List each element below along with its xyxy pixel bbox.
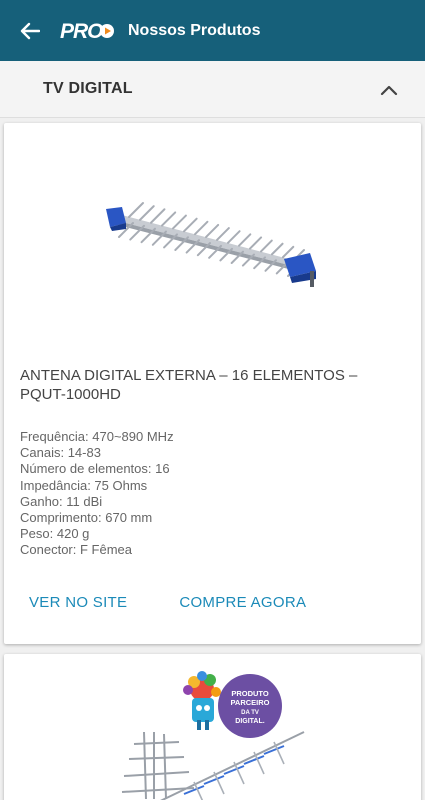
category-header[interactable]: TV DIGITAL	[0, 61, 425, 118]
product-name: ANTENA DIGITAL EXTERNA – 16 ELEMENTOS – …	[20, 367, 358, 403]
spec-elements: Número de elementos: 16	[20, 461, 170, 477]
app-bar: PRO Nossos Produtos	[0, 0, 425, 61]
pro-logo: PRO	[60, 16, 116, 46]
category-title: TV DIGITAL	[43, 80, 133, 97]
chevron-up-icon[interactable]	[379, 80, 399, 100]
page-title: Nossos Produtos	[128, 21, 261, 39]
svg-text:DA TV: DA TV	[241, 710, 259, 716]
spec-connector: Conector: F Fêmea	[20, 542, 132, 558]
svg-text:DIGITAL.: DIGITAL.	[235, 718, 264, 725]
mascot-icon	[183, 671, 221, 730]
buy-now-button[interactable]: COMPRE AGORA	[179, 594, 306, 611]
product-card: ANTENA DIGITAL EXTERNA – 16 ELEMENTOS – …	[4, 123, 421, 644]
back-button[interactable]	[0, 0, 60, 61]
logo-text: PRO	[60, 20, 103, 42]
arrow-left-icon	[20, 22, 40, 39]
card-actions: VER NO SITE COMPRE AGORA	[29, 594, 358, 611]
antenna-partner-image: PRODUTO PARCEIRO DA TV DIGITAL.	[121, 671, 305, 800]
spec-weight: Peso: 420 g	[20, 526, 90, 542]
svg-text:PARCEIRO: PARCEIRO	[230, 698, 269, 707]
spec-gain: Ganho: 11 dBi	[20, 493, 103, 509]
svg-text:PRODUTO: PRODUTO	[231, 689, 269, 698]
spec-length: Comprimento: 670 mm	[20, 510, 153, 526]
spec-frequency: Frequência: 470~890 MHz	[20, 429, 174, 444]
spec-channels: Canais: 14-83	[20, 445, 101, 461]
spec-impedance: Impedância: 75 Ohms	[20, 477, 148, 493]
antenna-image	[106, 202, 316, 287]
view-site-button[interactable]: VER NO SITE	[29, 594, 127, 611]
spec-list: Frequência: 470~890 MHz Canais: 14-83 Nú…	[20, 429, 174, 559]
product-card: PRODUTO PARCEIRO DA TV DIGITAL.	[4, 654, 421, 800]
